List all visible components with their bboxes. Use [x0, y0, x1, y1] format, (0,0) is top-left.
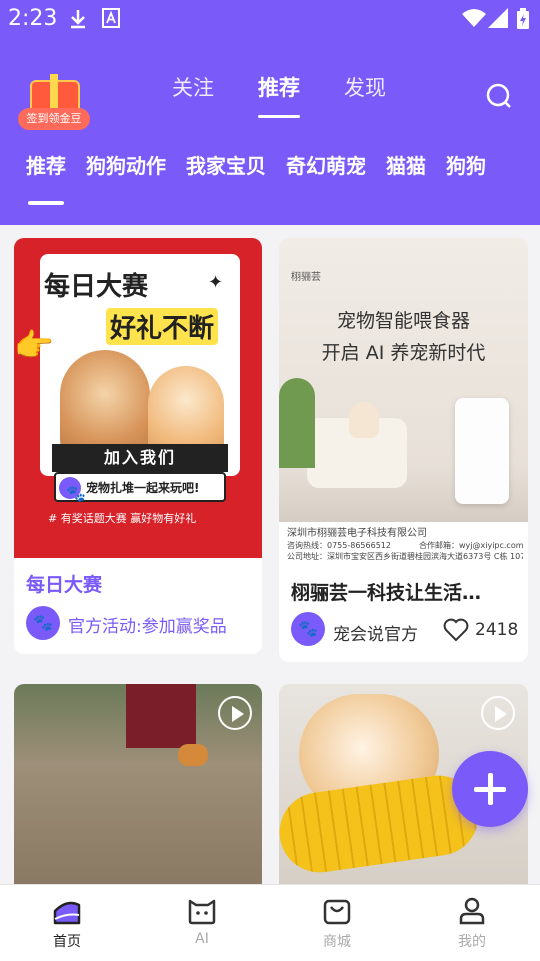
signin-label: 签到领金豆: [18, 108, 90, 130]
add-post-button[interactable]: [452, 751, 528, 827]
banner-slogan-box: 宠物扎堆一起来玩吧!: [54, 472, 226, 511]
card-description: 官方活动:参加赢奖品: [68, 617, 227, 637]
join-us-bar: 加入我们: [52, 444, 228, 472]
status-time: 2:23: [8, 6, 58, 31]
download-icon: [71, 10, 85, 29]
category-dogs[interactable]: 狗狗: [446, 150, 486, 179]
dog-image: [178, 744, 208, 766]
feed-card-ad[interactable]: 栩骊芸 宠物智能喂食器 开启 AI 养宠新时代 深圳市栩骊芸电子科技有限公司 咨…: [279, 238, 528, 662]
nav-shop[interactable]: 商城: [297, 895, 377, 951]
ad-info-panel: 深圳市栩骊芸电子科技有限公司 咨询热线：0755-86566512 合作邮箱：w…: [279, 522, 528, 562]
banner-footer: # 有奖话题大赛 赢好物有好礼: [48, 512, 197, 525]
like-count: 2418: [475, 620, 519, 640]
slogan-avatar: [59, 477, 93, 511]
user-icon: [459, 897, 485, 925]
nav-shop-label: 商城: [323, 934, 351, 950]
nav-ai[interactable]: AI: [162, 895, 242, 947]
cat-on-sofa: [349, 402, 379, 438]
category-cats[interactable]: 猫猫: [386, 150, 426, 179]
author-avatar: [291, 612, 325, 646]
pointing-hand-icon: 👉: [14, 326, 54, 364]
category-recommend[interactable]: 推荐: [26, 150, 66, 205]
daily-signin-gift[interactable]: 签到领金豆: [18, 70, 90, 132]
battery-icon: [517, 8, 529, 29]
banner-inner: 每日大赛 好礼不断 ✦: [40, 254, 240, 476]
banner-title: 每日大赛: [44, 272, 149, 302]
brand-logo: 栩骊芸: [291, 272, 321, 283]
contest-banner-image: 每日大赛 好礼不断 ✦ 加入我们 宠物扎堆一起来玩吧! # 有奖话题大赛 赢好物…: [14, 238, 262, 558]
ad-image: 栩骊芸 宠物智能喂食器 开启 AI 养宠新时代 深圳市栩骊芸电子科技有限公司 咨…: [279, 238, 528, 562]
play-icon[interactable]: [481, 696, 515, 730]
nav-profile-label: 我的: [458, 934, 486, 950]
banner-subtitle: 好礼不断: [106, 308, 219, 345]
category-my-baby[interactable]: 我家宝贝: [186, 150, 266, 179]
home-icon: [53, 901, 81, 925]
a-letter-icon: [102, 8, 120, 28]
search-icon[interactable]: [486, 83, 512, 109]
signal-icon: [488, 8, 508, 28]
category-fantasy-pets[interactable]: 奇幻萌宠: [286, 150, 366, 179]
header: 2:23 签到领金豆 关注 推荐 发现 推荐 狗狗动作 我家宝贝 奇幻萌宠 猫猫…: [0, 0, 540, 225]
category-tabs: 推荐 狗狗动作 我家宝贝 奇幻萌宠 猫猫 狗狗: [26, 150, 486, 205]
address: 公司地址：深圳市宝安区西乡街道碧桂园滨海大道6373号 C栋 107: [287, 552, 523, 561]
nav-home-label: 首页: [53, 934, 81, 950]
tab-recommend[interactable]: 推荐: [258, 72, 300, 118]
nav-home[interactable]: 首页: [27, 895, 107, 951]
top-tabs: 关注 推荐 发现: [172, 72, 386, 118]
door-image: [126, 684, 196, 748]
card-title: 每日大赛: [26, 574, 103, 596]
status-bar: 2:23: [0, 0, 540, 36]
sparkle-icon: ✦: [208, 272, 224, 293]
author-avatar: [26, 606, 60, 640]
nav-ai-label: AI: [195, 931, 209, 947]
plant-image: [279, 378, 315, 468]
tab-follow[interactable]: 关注: [172, 72, 214, 102]
feeder-device: [455, 398, 509, 504]
author-name: 宠会说官方: [333, 625, 418, 645]
category-dog-action[interactable]: 狗狗动作: [86, 150, 166, 179]
play-icon[interactable]: [218, 696, 252, 730]
feed-card-video-dog[interactable]: [14, 684, 262, 884]
card-title: 栩骊芸一科技让生活…: [291, 582, 482, 604]
hotline: 咨询热线：0755-86566512: [287, 541, 391, 550]
cat-face-icon: [188, 899, 216, 925]
feed-card-contest[interactable]: 每日大赛 好礼不断 ✦ 加入我们 宠物扎堆一起来玩吧! # 有奖话题大赛 赢好物…: [14, 238, 262, 654]
ad-line-2: 开启 AI 养宠新时代: [321, 342, 486, 364]
shopping-bag-icon: [323, 899, 351, 925]
banner-slogan: 宠物扎堆一起来玩吧!: [86, 481, 200, 495]
bottom-nav: 首页 AI 商城 我的: [0, 884, 540, 961]
tab-discover[interactable]: 发现: [344, 72, 386, 102]
ad-line-1: 宠物智能喂食器: [336, 310, 470, 332]
company-name: 深圳市栩骊芸电子科技有限公司: [287, 528, 427, 539]
email: 合作邮箱：wyj@xiyipc.com: [419, 541, 524, 550]
wifi-icon: [462, 9, 486, 27]
heart-icon[interactable]: [443, 618, 469, 642]
nav-profile[interactable]: 我的: [432, 895, 512, 951]
